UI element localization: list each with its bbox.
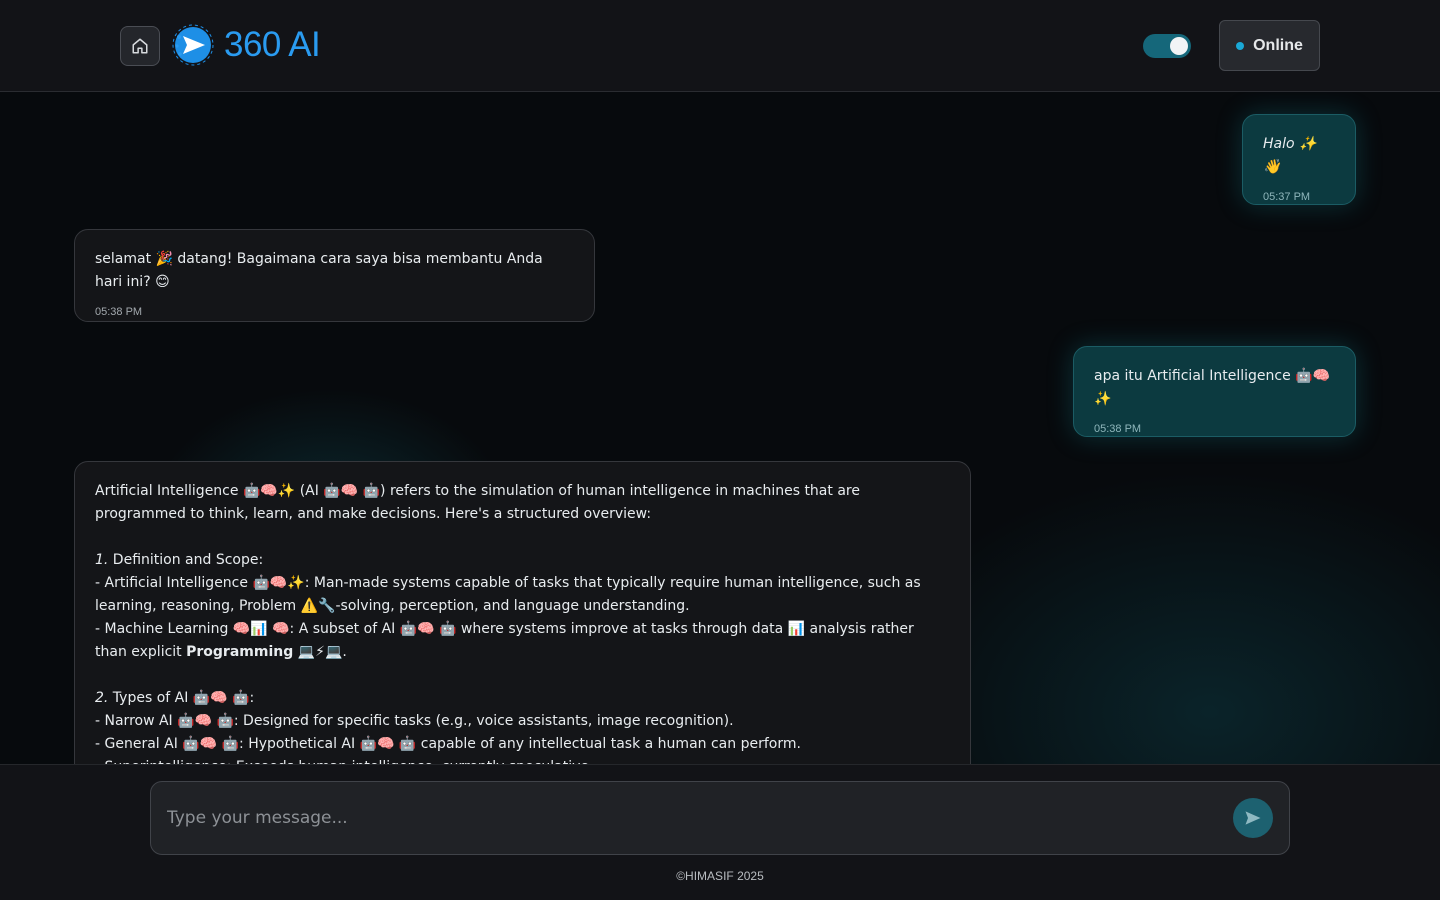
list-item: - Machine Learning 🧠📊 🧠: A subset of AI … <box>95 621 914 660</box>
composer-footer: ©HIMASIF 2025 <box>0 764 1440 900</box>
brand-logo-icon <box>172 24 214 66</box>
message-composer <box>150 781 1290 855</box>
home-icon <box>132 38 148 54</box>
section-heading: 1. Definition and Scope: <box>95 552 264 568</box>
message-time: 05:38 PM <box>95 306 143 318</box>
message-text: selamat 🎉 datang! Bagaimana cara saya bi… <box>95 251 543 290</box>
copyright-text: ©HIMASIF 2025 <box>676 869 764 883</box>
chat-messages[interactable]: Halo ✨ 👋 05:37 PM selamat 🎉 datang! Baga… <box>0 92 1440 764</box>
online-dot-icon <box>1236 41 1245 50</box>
send-icon <box>1245 811 1261 825</box>
status-badge: Online <box>1219 20 1320 71</box>
answer-intro: Artificial Intelligence 🤖🧠✨ (AI 🤖🧠 🤖) re… <box>95 483 860 522</box>
message-text: Halo ✨ 👋 <box>1263 136 1317 175</box>
message-time: 05:37 PM <box>1263 191 1311 203</box>
toggle-knob <box>1170 37 1188 55</box>
brand-name: 360 AI <box>224 25 321 64</box>
section-heading: 2. Types of AI 🤖🧠 🤖: <box>95 690 255 706</box>
message-bot-long: Artificial Intelligence 🤖🧠✨ (AI 🤖🧠 🤖) re… <box>74 461 971 764</box>
theme-toggle[interactable] <box>1143 34 1191 58</box>
list-item: - Narrow AI 🤖🧠 🤖: Designed for specific … <box>95 713 734 729</box>
list-item: - General AI 🤖🧠 🤖: Hypothetical AI 🤖🧠 🤖 … <box>95 736 801 752</box>
message-input[interactable] <box>167 782 1217 854</box>
app-header: 360 AI Online <box>0 0 1440 92</box>
message-text: apa itu Artificial Intelligence 🤖🧠✨ <box>1094 368 1331 407</box>
message-bot: selamat 🎉 datang! Bagaimana cara saya bi… <box>74 229 595 322</box>
status-label: Online <box>1253 36 1303 54</box>
send-button[interactable] <box>1233 798 1273 838</box>
list-item: - Superintelligence: Exceeds human intel… <box>95 756 942 764</box>
list-item: - Artificial Intelligence 🤖🧠✨: Man-made … <box>95 575 921 614</box>
message-user: apa itu Artificial Intelligence 🤖🧠✨ 05:3… <box>1073 346 1356 437</box>
message-time: 05:38 PM <box>1094 423 1142 435</box>
home-button[interactable] <box>120 26 160 66</box>
message-user: Halo ✨ 👋 05:37 PM <box>1242 114 1356 205</box>
